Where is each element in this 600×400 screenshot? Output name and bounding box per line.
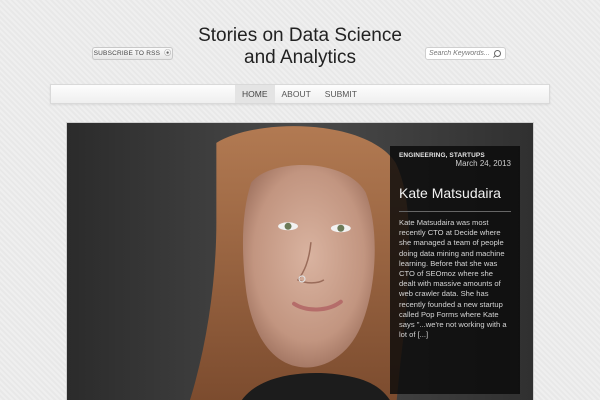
post-title[interactable]: Kate Matsudaira <box>399 183 511 203</box>
nav-item-submit[interactable]: SUBMIT <box>318 85 364 103</box>
nav-item-about[interactable]: ABOUT <box>275 85 318 103</box>
post-excerpt: Kate Matsudaira was most recently CTO at… <box>399 218 507 340</box>
post-card: ENGINEERING, STARTUPS March 24, 2013 Kat… <box>390 146 520 394</box>
rss-icon: ⦿ <box>164 50 172 57</box>
search-input[interactable] <box>429 48 493 59</box>
site-title[interactable]: Stories on Data Science and Analytics <box>180 25 420 69</box>
post-categories[interactable]: ENGINEERING, STARTUPS <box>399 152 511 159</box>
nav-item-home[interactable]: HOME <box>235 85 275 103</box>
subscribe-rss-button[interactable]: SUBSCRIBE TO RSS ⦿ <box>92 47 173 60</box>
search-box[interactable] <box>425 47 506 60</box>
post-date: March 24, 2013 <box>455 159 511 168</box>
search-icon[interactable] <box>493 49 501 58</box>
main-navigation: HOME ABOUT SUBMIT <box>50 84 550 104</box>
subscribe-rss-label: SUBSCRIBE TO RSS <box>93 50 161 57</box>
featured-post[interactable]: ENGINEERING, STARTUPS March 24, 2013 Kat… <box>66 122 534 400</box>
post-separator <box>399 211 511 212</box>
